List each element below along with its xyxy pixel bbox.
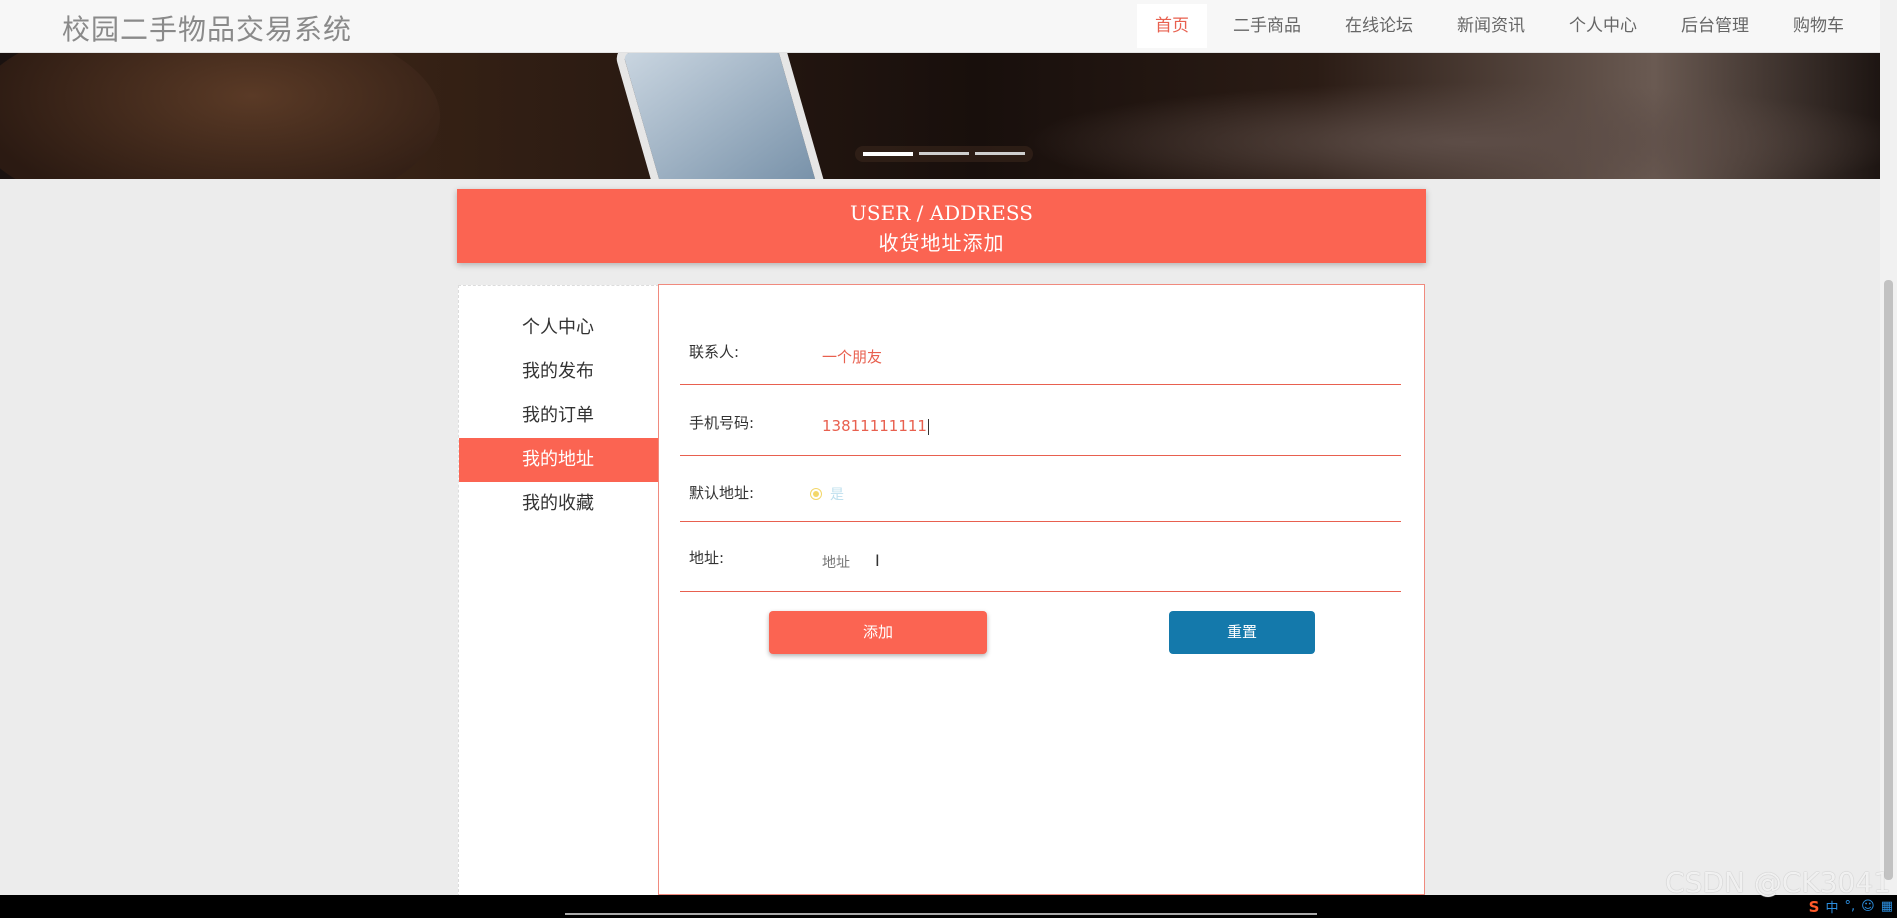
emoji-icon[interactable]: ☺ xyxy=(1861,899,1875,914)
reset-button[interactable]: 重置 xyxy=(1169,611,1315,654)
radio-icon[interactable] xyxy=(810,488,822,500)
carousel-indicators xyxy=(855,146,1033,162)
banner-image-phone xyxy=(613,52,833,179)
phone-input[interactable]: 13811111111 xyxy=(822,417,929,435)
sidebar-item-my-address[interactable]: 我的地址 xyxy=(459,438,659,482)
phone-label: 手机号码: xyxy=(689,414,755,432)
default-address-label: 默认地址: xyxy=(689,484,755,502)
contact-label: 联系人: xyxy=(689,343,740,361)
system-tray: S 中 °, ☺ ▦ xyxy=(1809,897,1893,917)
default-address-radio[interactable]: 是 xyxy=(810,484,844,504)
nav-item-cart[interactable]: 购物车 xyxy=(1775,4,1862,48)
sidebar-item-personal-center[interactable]: 个人中心 xyxy=(459,306,659,350)
carousel-dot-1[interactable] xyxy=(863,152,913,156)
text-cursor-icon: I xyxy=(875,551,880,570)
radio-dot-icon xyxy=(813,491,819,497)
punctuation-icon[interactable]: °, xyxy=(1845,899,1856,914)
top-navbar: 校园二手物品交易系统 首页 二手商品 在线论坛 新闻资讯 个人中心 后台管理 购… xyxy=(0,0,1880,53)
contact-row: 联系人: 一个朋友 xyxy=(680,285,1401,385)
contact-input[interactable]: 一个朋友 xyxy=(822,346,882,367)
sidebar-item-my-favorites[interactable]: 我的收藏 xyxy=(459,482,659,526)
address-form: 联系人: 一个朋友 手机号码: 13811111111 默认地址: 是 地址: … xyxy=(658,284,1425,895)
ime-language-indicator[interactable]: 中 xyxy=(1825,897,1838,916)
sidebar-item-my-orders[interactable]: 我的订单 xyxy=(459,394,659,438)
nav-item-forum[interactable]: 在线论坛 xyxy=(1327,4,1431,48)
nav-item-news[interactable]: 新闻资讯 xyxy=(1439,4,1543,48)
phone-value: 13811111111 xyxy=(822,417,927,435)
sogou-ime-icon[interactable]: S xyxy=(1809,898,1820,916)
nav-item-home[interactable]: 首页 xyxy=(1137,4,1207,48)
page-title: 收货地址添加 xyxy=(878,231,1005,255)
page-title-block: USER / ADDRESS 收货地址添加 xyxy=(457,189,1426,263)
keyboard-icon[interactable]: ▦ xyxy=(1881,899,1893,914)
nav-item-second-hand-goods[interactable]: 二手商品 xyxy=(1215,4,1319,48)
carousel-dot-3[interactable] xyxy=(975,152,1025,155)
sidebar-item-my-posts[interactable]: 我的发布 xyxy=(459,350,659,394)
carousel-dot-2[interactable] xyxy=(919,152,969,155)
address-label: 地址: xyxy=(689,549,725,567)
banner-carousel xyxy=(0,52,1880,179)
text-caret xyxy=(927,418,929,435)
address-row: 地址: 地址 I xyxy=(680,521,1401,592)
page-scrollbar[interactable] xyxy=(1880,0,1897,895)
main-nav: 首页 二手商品 在线论坛 新闻资讯 个人中心 后台管理 购物车 xyxy=(1137,4,1862,48)
site-title: 校园二手物品交易系统 xyxy=(62,13,353,46)
add-button[interactable]: 添加 xyxy=(769,611,987,654)
phone-row: 手机号码: 13811111111 xyxy=(680,384,1401,456)
scrollbar-thumb[interactable] xyxy=(1884,280,1893,880)
default-address-row: 默认地址: 是 xyxy=(680,455,1401,522)
page-title-en: USER / ADDRESS xyxy=(850,201,1033,225)
nav-item-admin[interactable]: 后台管理 xyxy=(1663,4,1767,48)
taskbar-divider xyxy=(565,913,1317,915)
watermark-text: CSDN @CK3041 xyxy=(1665,866,1891,899)
taskbar: S 中 °, ☺ ▦ xyxy=(0,895,1897,918)
banner-image-cup xyxy=(0,52,440,179)
nav-item-personal-center[interactable]: 个人中心 xyxy=(1551,4,1655,48)
address-input[interactable]: 地址 xyxy=(822,552,850,572)
radio-label-yes: 是 xyxy=(830,487,844,503)
sidebar: 个人中心 我的发布 我的订单 我的地址 我的收藏 xyxy=(458,285,659,897)
banner-image-blur xyxy=(1020,82,1880,179)
